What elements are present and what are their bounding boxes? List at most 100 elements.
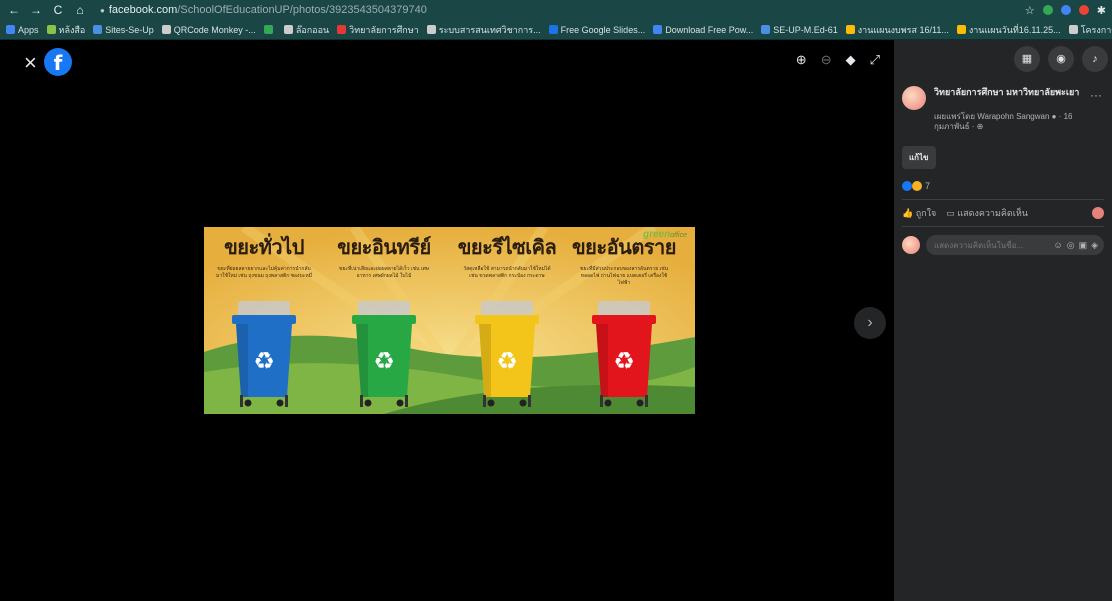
bookmark-label: Download Free Pow... — [665, 24, 754, 35]
bookmark-item[interactable]: Free Google Slides... — [548, 24, 646, 35]
category-title: ขยะทั่วไป — [224, 235, 304, 259]
bookmark-item[interactable]: วิทยาลัยการศึกษา — [337, 23, 419, 37]
more-options-icon[interactable]: ··· — [1090, 88, 1102, 102]
camera-icon[interactable]: ◎ — [1067, 240, 1075, 251]
svg-text:♻: ♻ — [253, 347, 275, 375]
sticker-icon[interactable]: ◈ — [1091, 240, 1098, 251]
forward-icon[interactable]: → — [28, 3, 44, 17]
svg-text:♻: ♻ — [373, 347, 395, 375]
star-icon[interactable]: ☆ — [1025, 4, 1035, 17]
page-avatar[interactable] — [902, 86, 926, 110]
bookmark-icon — [761, 25, 771, 34]
bookmark-icon — [548, 25, 558, 34]
like-button[interactable]: 👍 ถูกใจ — [902, 206, 936, 220]
address-bar[interactable]: ● facebook.com/SchoolOfEducationUP/photo… — [100, 4, 427, 16]
edit-button[interactable]: แก้ไข — [902, 146, 936, 169]
bookmark-label: Apps — [18, 24, 39, 35]
post-actions: 👍 ถูกใจ ▭ แสดงความคิดเห็น — [902, 199, 1104, 227]
sidebar-top-actions: ▦ ◉ ♪ — [894, 40, 1112, 78]
post-header: วิทยาลัยการศึกษา มหาวิทยาลัยพะเยา ··· — [894, 78, 1112, 110]
bookmark-label: SE-UP-M.Ed-61 — [773, 24, 838, 35]
svg-text:♻: ♻ — [613, 347, 635, 375]
tag-icon[interactable]: ◆ — [846, 52, 856, 68]
facebook-logo-icon[interactable]: f — [44, 48, 72, 76]
bookmark-label: โครงการ รูปโปรแกรมมีการ... — [1080, 24, 1112, 35]
category-description: ขยะที่มีส่วนประกอบของสารอันตราย เช่น หลอ… — [579, 266, 669, 286]
viewer-tools: ⊕ ⊖ ◆ ⤢ — [796, 52, 880, 68]
bookmark-item[interactable]: Apps — [6, 25, 39, 35]
home-icon[interactable]: ⌂ — [72, 3, 88, 17]
bookmarks-bar: Apps หล้งสือ Sites-Se-Up QRCode Monkey -...… — [0, 20, 1112, 40]
bookmark-item[interactable]: Sites-Se-Up — [93, 25, 154, 35]
recycle-bin-icon: ♻ — [475, 301, 539, 407]
messenger-icon[interactable]: ◉ — [1048, 46, 1074, 72]
notifications-icon[interactable]: ♪ — [1082, 46, 1108, 72]
bookmark-label: Sites-Se-Up — [105, 24, 154, 35]
comment-tools: ☺ ◎ ▣ ◈ — [1054, 240, 1099, 251]
bookmark-item[interactable]: Download Free Pow... — [653, 25, 753, 35]
recycle-bin-icon: ♻ — [232, 301, 296, 407]
menu-grid-icon[interactable]: ▦ — [1014, 46, 1040, 72]
puzzle-icon[interactable]: ✱ — [1097, 4, 1106, 17]
waste-category: ขยะทั่วไปขยะที่ย่อยสลายยากและไม่คุ้มค่าก… — [204, 231, 324, 280]
bookmark-item[interactable] — [263, 25, 276, 34]
url-text[interactable]: facebook.com/SchoolOfEducationUP/photos/… — [109, 4, 427, 16]
waste-category: ขยะอินทรีย์ขยะที่เน่าเสียและย่อยสลายได้เ… — [324, 231, 444, 280]
page-name[interactable]: วิทยาลัยการศึกษา มหาวิทยาลัยพะเยา — [934, 86, 1084, 110]
category-title: ขยะอันตราย — [572, 235, 677, 259]
bookmark-icon — [161, 25, 171, 34]
bookmark-item[interactable]: SE-UP-M.Ed-61 — [761, 25, 838, 35]
emoji-icon[interactable]: ☺ — [1054, 240, 1063, 251]
extension-icon[interactable] — [1078, 5, 1089, 15]
post-photo[interactable]: greenoffice ขยะทั่วไป ขยะที่ย่อยสลายยากแล… — [204, 227, 695, 414]
comment-button[interactable]: ▭ แสดงความคิดเห็น — [946, 206, 1028, 220]
reactions-summary[interactable]: 7 — [894, 169, 1112, 191]
bookmark-icon — [6, 25, 15, 34]
bookmark-icon — [653, 25, 663, 34]
fullscreen-icon[interactable]: ⤢ — [870, 52, 880, 68]
back-icon[interactable]: ← — [6, 3, 22, 17]
bookmark-label: Free Google Slides... — [560, 24, 646, 35]
bookmark-item[interactable]: ล๊อกออน — [283, 23, 330, 37]
bookmark-icon — [46, 25, 56, 34]
love-reaction-icon — [912, 181, 922, 191]
category-title: ขยะรีไซเคิล — [457, 235, 557, 259]
bookmark-item[interactable]: หล้งสือ — [46, 23, 86, 37]
browser-toolbar: ← → C ⌂ ● facebook.com/SchoolOfEducation… — [0, 0, 1112, 20]
bookmark-label: ระบบสารสนเทศวิชาการ... — [438, 24, 541, 35]
close-icon[interactable]: × — [24, 52, 37, 74]
bookmark-label: หล้งสือ — [58, 24, 86, 35]
extension-icon[interactable] — [1042, 5, 1053, 15]
reload-icon[interactable]: C — [50, 3, 66, 17]
bookmark-icon — [283, 25, 293, 34]
extension-icon[interactable] — [1060, 5, 1071, 15]
bookmark-label: งานแผนงบพรส 16/11... — [857, 24, 949, 35]
bookmark-item[interactable]: QRCode Monkey -... — [161, 24, 256, 35]
gif-icon[interactable]: ▣ — [1079, 240, 1088, 251]
comment-row: ☺ ◎ ▣ ◈ — [894, 227, 1112, 263]
commenter-avatar — [902, 236, 920, 254]
bookmark-item[interactable]: งานแผนวันที่16.11.25... — [956, 23, 1061, 37]
bookmark-label: ล๊อกออน — [295, 24, 330, 35]
zoom-out-icon[interactable]: ⊖ — [821, 52, 832, 68]
bookmark-icon — [93, 25, 103, 34]
waste-category: ขยะอันตรายขยะที่มีส่วนประกอบของสารอันตรา… — [564, 231, 684, 287]
svg-text:♻: ♻ — [496, 347, 518, 375]
bookmark-label: งานแผนวันที่16.11.25... — [968, 24, 1061, 35]
bookmark-icon — [956, 25, 966, 34]
bookmark-icon — [426, 25, 436, 34]
actor-avatar[interactable] — [1092, 207, 1104, 219]
bookmark-item[interactable]: งานแผนงบพรส 16/11... — [845, 23, 949, 37]
next-photo-button[interactable]: › — [854, 307, 886, 339]
zoom-in-icon[interactable]: ⊕ — [796, 52, 807, 68]
bookmark-item[interactable]: โครงการ รูปโปรแกรมมีการ... — [1068, 23, 1112, 37]
category-description: ขยะที่เน่าเสียและย่อยสลายได้เร็ว เช่น เศ… — [338, 266, 430, 279]
waste-category: ขยะรีไซเคิล วัสดุเหลือใช้ สามารถนำกลับมาใ… — [447, 231, 567, 280]
category-description: ขยะที่ย่อยสลายยากและไม่คุ้มค่าการนำกลับม… — [216, 266, 312, 279]
bookmark-label: QRCode Monkey -... — [173, 24, 256, 35]
bookmark-item[interactable]: ระบบสารสนเทศวิชาการ... — [426, 23, 541, 37]
bookmark-icon — [845, 25, 855, 34]
category-title: ขยะอินทรีย์ — [337, 235, 431, 259]
bookmark-label: วิทยาลัยการศึกษา — [349, 24, 419, 35]
bookmark-icon — [263, 25, 273, 34]
